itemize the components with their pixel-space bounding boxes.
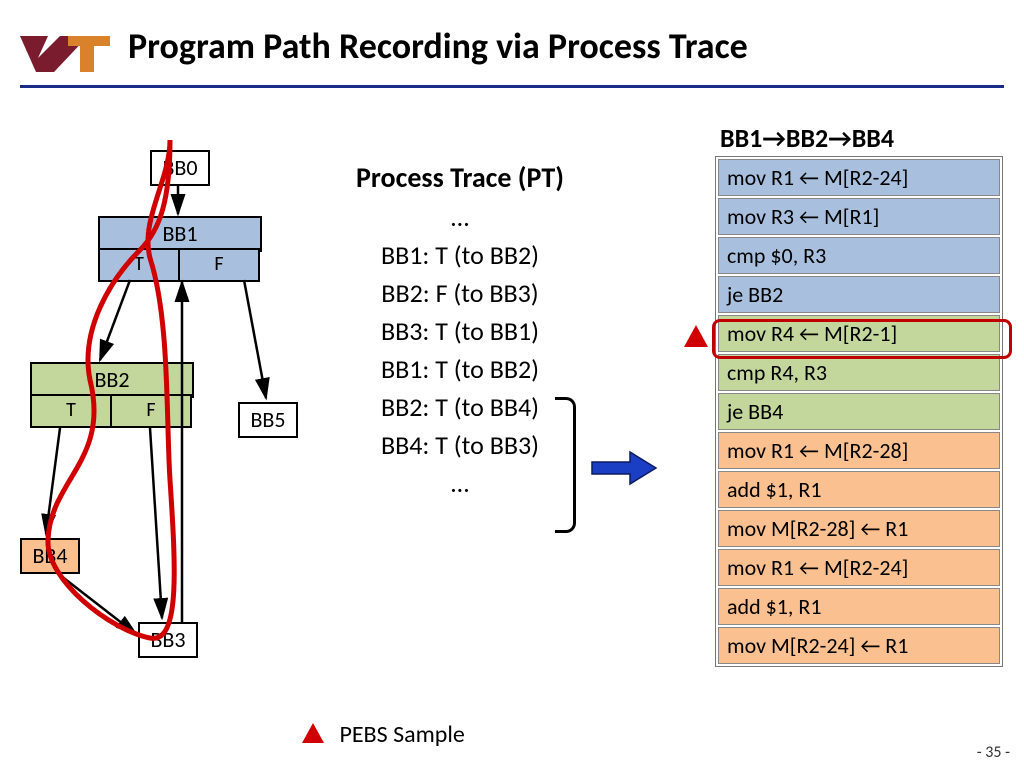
pt-line: BB3: T (to BB1) xyxy=(300,315,620,347)
asm-line: mov R1 ← M[R2-28] xyxy=(718,432,1000,469)
slide-title: Program Path Recording via Process Trace xyxy=(128,24,748,68)
pt-line: BB2: F (to BB3) xyxy=(300,277,620,309)
asm-path-header: BB1→BB2→BB4 xyxy=(720,122,894,154)
bb1-f: F xyxy=(178,248,260,282)
pt-line: BB1: T (to BB2) xyxy=(300,239,620,271)
pebs-marker-icon xyxy=(682,323,710,354)
title-rule xyxy=(20,85,1004,88)
legend: PEBS Sample xyxy=(300,720,465,752)
bb2-node: BB2 xyxy=(30,362,194,398)
right-arrow-icon xyxy=(590,450,660,491)
pt-line: … xyxy=(300,201,620,233)
pt-line: BB1: T (to BB2) xyxy=(300,353,620,385)
bb2-f: F xyxy=(110,394,192,428)
asm-line: add $1, R1 xyxy=(718,471,1000,508)
asm-line: mov M[R2-24] ← R1 xyxy=(718,627,1000,664)
asm-line: add $1, R1 xyxy=(718,588,1000,625)
asm-line: je BB4 xyxy=(718,393,1000,430)
asm-table: mov R1 ← M[R2-24] mov R3 ← M[R1] cmp $0,… xyxy=(715,156,1003,667)
pt-title: Process Trace (PT) xyxy=(300,160,620,195)
trace-bracket xyxy=(555,397,576,533)
pebs-triangle-icon xyxy=(300,721,326,752)
bb1-node: BB1 xyxy=(98,216,262,252)
asm-line: cmp $0, R3 xyxy=(718,237,1000,274)
bb1-t: T xyxy=(98,248,180,282)
bb0-node: BB0 xyxy=(150,150,210,186)
asm-line: mov R4 ← M[R2-1] xyxy=(718,315,1000,352)
cfg-diagram: BB0 BB1 T F BB2 T F BB5 BB4 BB3 xyxy=(20,140,330,680)
page-number: - 35 - xyxy=(977,743,1010,762)
asm-line: mov M[R2-28] ← R1 xyxy=(718,510,1000,547)
legend-label: PEBS Sample xyxy=(339,720,464,749)
asm-line: mov R3 ← M[R1] xyxy=(718,198,1000,235)
bb2-t: T xyxy=(30,394,112,428)
asm-line: mov R1 ← M[R2-24] xyxy=(718,159,1000,196)
asm-line: cmp R4, R3 xyxy=(718,354,1000,391)
bb3-node: BB3 xyxy=(138,622,198,658)
asm-line: mov R1 ← M[R2-24] xyxy=(718,549,1000,586)
bb4-node: BB4 xyxy=(20,538,80,574)
vt-logo xyxy=(18,30,114,79)
bb5-node: BB5 xyxy=(238,402,298,438)
asm-line: je BB2 xyxy=(718,276,1000,313)
